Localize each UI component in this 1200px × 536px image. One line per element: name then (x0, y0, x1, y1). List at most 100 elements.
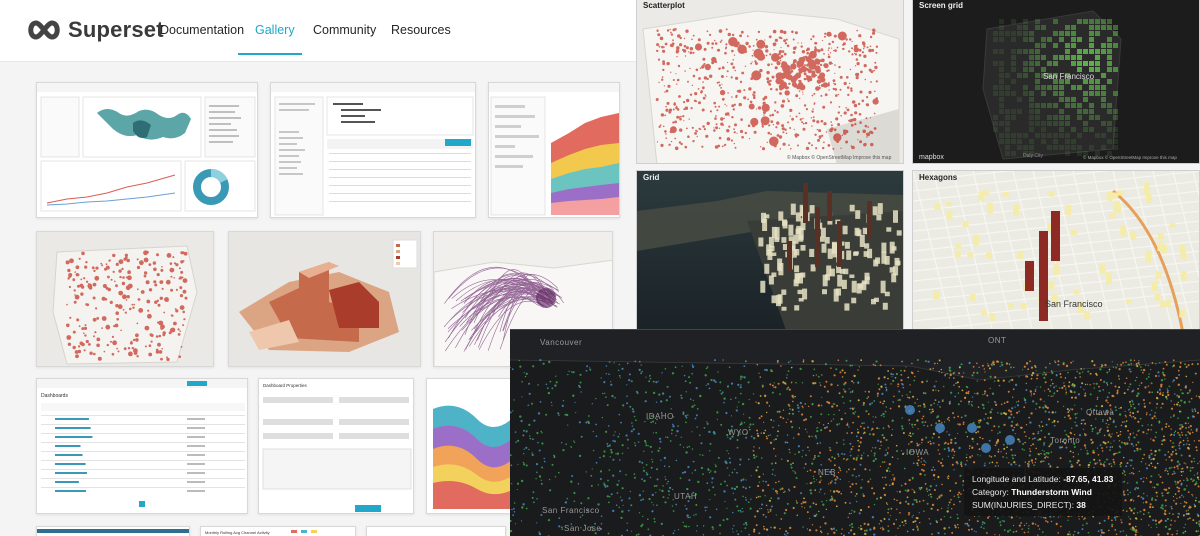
storm-event-point (877, 383, 879, 385)
storm-event-point (1132, 467, 1134, 470)
storm-event-point (801, 382, 804, 384)
nav-community[interactable]: Community (313, 23, 376, 37)
thumb-dashboard-properties[interactable]: Dashboard Properties (258, 378, 414, 514)
thumb-world-bank-dashboard[interactable] (36, 82, 258, 218)
scatter-point (770, 133, 772, 136)
storm-event-point (866, 397, 869, 400)
scatter-point (95, 266, 99, 270)
grid-panel[interactable]: Grid (636, 170, 904, 332)
storm-event-point (929, 440, 932, 443)
storm-event-point (736, 471, 738, 474)
storm-event-point (1035, 458, 1037, 460)
storm-event-point (853, 532, 856, 536)
scatter-point (842, 42, 846, 46)
superset-logo[interactable]: Superset (26, 17, 164, 43)
thumb-row4-c[interactable] (366, 526, 506, 536)
storm-event-point (777, 424, 780, 427)
scatter-point (160, 357, 163, 361)
thumb-stream-chart[interactable] (426, 378, 520, 514)
storm-event-point (849, 485, 852, 488)
grid-cell (1029, 49, 1034, 54)
thumb-row4-a[interactable] (36, 526, 190, 536)
storm-event-point (873, 492, 876, 495)
nav-gallery[interactable]: Gallery (255, 23, 295, 37)
nav-documentation[interactable]: Documentation (160, 23, 244, 37)
storm-event-point (1123, 456, 1125, 459)
thumb-dashboards-list[interactable]: Dashboards (36, 378, 248, 514)
storm-event-point (554, 384, 557, 387)
storm-event-point (1050, 395, 1052, 397)
storm-event-point (744, 527, 747, 529)
thumb-3d-polygon-map[interactable] (228, 231, 421, 367)
storm-event-point (809, 469, 812, 472)
modified-cell (187, 454, 205, 456)
storm-event-point (819, 384, 822, 387)
grid-cell (1011, 31, 1016, 36)
grid-column (826, 265, 832, 276)
scatter-point (161, 348, 163, 350)
grid-column (872, 206, 878, 216)
storm-event-point (1014, 454, 1016, 457)
storm-event-point (1165, 425, 1167, 428)
storm-event-point (513, 507, 515, 510)
storm-event-point (1123, 471, 1126, 473)
storm-event-point (1191, 410, 1194, 413)
storm-event-point (1195, 482, 1198, 485)
storm-event-point (1061, 386, 1064, 389)
storm-event-point (844, 412, 846, 414)
scatter-point (665, 133, 667, 135)
storm-event-point (1102, 420, 1104, 423)
storm-event-point (665, 436, 667, 438)
storm-event-point (580, 391, 582, 393)
grid-cell (999, 67, 1004, 72)
scatterplot-panel[interactable]: Scatterplot © Mapbox © OpenStreetMap Imp… (636, 0, 904, 164)
storm-event-point (909, 391, 911, 393)
storm-event-point (1039, 398, 1042, 401)
scatter-point (180, 260, 184, 264)
storm-event-point (1186, 485, 1188, 487)
scatter-point (789, 115, 791, 117)
storm-event-point (809, 415, 812, 418)
storm-event-point (750, 435, 753, 438)
storm-event-point (774, 386, 777, 389)
scatter-point (691, 84, 694, 87)
grid-cell (1041, 43, 1046, 48)
storm-event-point (954, 437, 956, 439)
storm-event-point (791, 394, 794, 398)
thumb-sql-lab[interactable] (270, 82, 476, 218)
storm-event-point (1123, 480, 1126, 483)
storm-event-point (701, 454, 704, 456)
storm-event-point (1132, 416, 1135, 418)
hexagon-column (1130, 231, 1137, 240)
scatter-point (862, 47, 865, 50)
grid-cell (1041, 127, 1046, 132)
storm-event-point (792, 470, 794, 472)
area-chart-explore-preview (489, 83, 619, 216)
storm-event-point (512, 514, 514, 516)
scatter-point (874, 65, 878, 70)
hexagons-panel[interactable]: Hexagons San Francisco (912, 170, 1200, 332)
storm-event-point (640, 372, 642, 375)
thumb-area-chart-explore[interactable] (488, 82, 620, 218)
storm-event-point (984, 413, 987, 415)
storm-event-point (1177, 516, 1180, 518)
storm-event-point (1063, 384, 1066, 388)
storm-event-point (538, 475, 542, 478)
storm-event-point (948, 366, 951, 369)
thumb-rolling-avg[interactable]: Monthly Rolling Avg Channel Activity (200, 526, 356, 536)
storm-event-point (916, 501, 918, 503)
scatter-point (665, 105, 667, 108)
storm-event-point (767, 484, 770, 487)
screen-grid-panel[interactable]: Screen grid San Francisco Daly City mapb… (912, 0, 1200, 164)
storm-event-point (849, 407, 852, 410)
scatter-point (802, 93, 804, 95)
storm-event-point (1122, 421, 1124, 423)
thumb-sf-scatter-map[interactable] (36, 231, 214, 367)
scatter-point (661, 78, 664, 81)
grid-cell (1041, 121, 1046, 126)
storm-event-point (929, 522, 932, 525)
storm-event-point (634, 444, 637, 447)
storm-event-point (538, 532, 542, 536)
nav-resources[interactable]: Resources (391, 23, 451, 37)
storm-event-point (649, 445, 652, 448)
